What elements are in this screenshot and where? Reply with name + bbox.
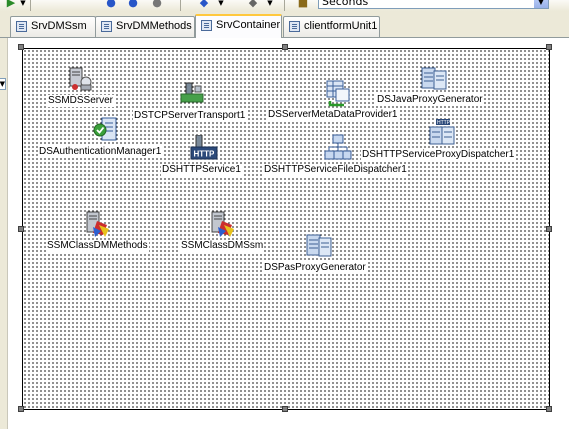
resize-handle-top-right[interactable] bbox=[546, 44, 552, 50]
resize-handle-top-left[interactable] bbox=[18, 44, 24, 50]
component-label: DSHTTPServiceProxyDispatcher1 bbox=[361, 149, 516, 161]
transport-icon bbox=[180, 82, 204, 103]
time-unit-value: Seconds bbox=[322, 0, 369, 8]
resize-handle-bottom-left[interactable] bbox=[18, 406, 24, 412]
component-label: DSAuthenticationManager1 bbox=[38, 146, 163, 158]
component-label: DSTCPServerTransport1 bbox=[133, 110, 247, 122]
left-dock-edge: ▼ bbox=[0, 38, 8, 429]
tab-srvcontainer[interactable]: SrvContainer bbox=[195, 14, 282, 38]
data-module-designer[interactable]: SSMDSServer DSTCPServerTransport1 DSServ… bbox=[22, 48, 550, 410]
component-label: SSMClassDMSsm bbox=[180, 240, 265, 252]
resize-handle-bottom[interactable] bbox=[282, 406, 288, 412]
unit-icon bbox=[101, 21, 112, 32]
server-icon bbox=[69, 67, 92, 91]
unit-icon bbox=[201, 20, 212, 31]
resize-handle-left[interactable] bbox=[18, 226, 24, 232]
component-label: DSHTTPServiceFileDispatcher1 bbox=[263, 164, 408, 176]
tab-label: SrvDMSsm bbox=[31, 20, 87, 32]
server-class-icon bbox=[211, 211, 234, 237]
tab-label: SrvDMMethods bbox=[116, 20, 192, 32]
component-label: SSMDSServer bbox=[47, 95, 115, 107]
proxy-generator-icon bbox=[306, 234, 332, 257]
resize-handle-right[interactable] bbox=[546, 226, 552, 232]
metadata-provider-icon bbox=[326, 80, 350, 107]
tab-srvdmmethods[interactable]: SrvDMMethods bbox=[95, 16, 195, 37]
step-into-icon[interactable]: ● bbox=[126, 0, 140, 10]
component-label: DSPasProxyGenerator bbox=[263, 262, 367, 274]
toolbar-separator bbox=[30, 0, 31, 11]
authentication-icon bbox=[93, 117, 117, 141]
chevron-down-icon[interactable]: ▼ bbox=[214, 0, 228, 10]
resize-handle-top[interactable] bbox=[282, 44, 288, 50]
resize-handle-bottom-right[interactable] bbox=[546, 406, 552, 412]
proxy-generator-icon bbox=[421, 67, 447, 90]
step-over-icon[interactable]: ● bbox=[104, 0, 118, 10]
proxy-dispatcher-icon: HTTP bbox=[429, 119, 455, 145]
tab-label: clientformUnit1 bbox=[304, 20, 378, 32]
tab-label: SrvContainer bbox=[216, 19, 281, 31]
chevron-down-icon[interactable]: ▼ bbox=[263, 0, 277, 10]
toolbar: ▶ ▼ ● ● ● ◆ ▼ ◆ ▼ ■ Seconds ▼ bbox=[0, 0, 569, 11]
chevron-down-icon[interactable]: ▼ bbox=[0, 78, 6, 90]
unit-tabs: SrvDMSsm SrvDMMethods SrvContainer clien… bbox=[0, 11, 569, 38]
component-label: DSServerMetaDataProvider1 bbox=[267, 109, 399, 121]
forward-icon[interactable]: ◆ bbox=[246, 0, 260, 10]
toolbar-separator bbox=[284, 0, 285, 11]
time-unit-select[interactable]: Seconds ▼ bbox=[318, 0, 549, 9]
component-label: DSHTTPService1 bbox=[161, 164, 242, 176]
component-label: DSJavaProxyGenerator bbox=[376, 94, 484, 106]
svg-text:HTTP: HTTP bbox=[194, 150, 216, 159]
tab-clientformunit1[interactable]: clientformUnit1 bbox=[283, 16, 380, 37]
component-label: SSMClassDMMethods bbox=[46, 240, 149, 252]
server-class-icon bbox=[86, 211, 109, 237]
file-dispatcher-icon bbox=[324, 134, 352, 160]
trace-icon[interactable]: ● bbox=[150, 0, 164, 10]
unit-icon bbox=[289, 21, 300, 32]
back-icon[interactable]: ◆ bbox=[197, 0, 211, 10]
tab-srvdmssm[interactable]: SrvDMSsm bbox=[10, 16, 96, 37]
chevron-down-icon[interactable]: ▼ bbox=[16, 0, 30, 10]
chevron-down-icon[interactable]: ▼ bbox=[534, 0, 548, 8]
svg-text:HTTP: HTTP bbox=[437, 120, 451, 126]
toolbar-separator bbox=[180, 0, 181, 11]
http-service-icon: HTTP bbox=[190, 135, 218, 160]
component-icon[interactable]: ■ bbox=[296, 0, 310, 10]
unit-icon bbox=[16, 21, 27, 32]
